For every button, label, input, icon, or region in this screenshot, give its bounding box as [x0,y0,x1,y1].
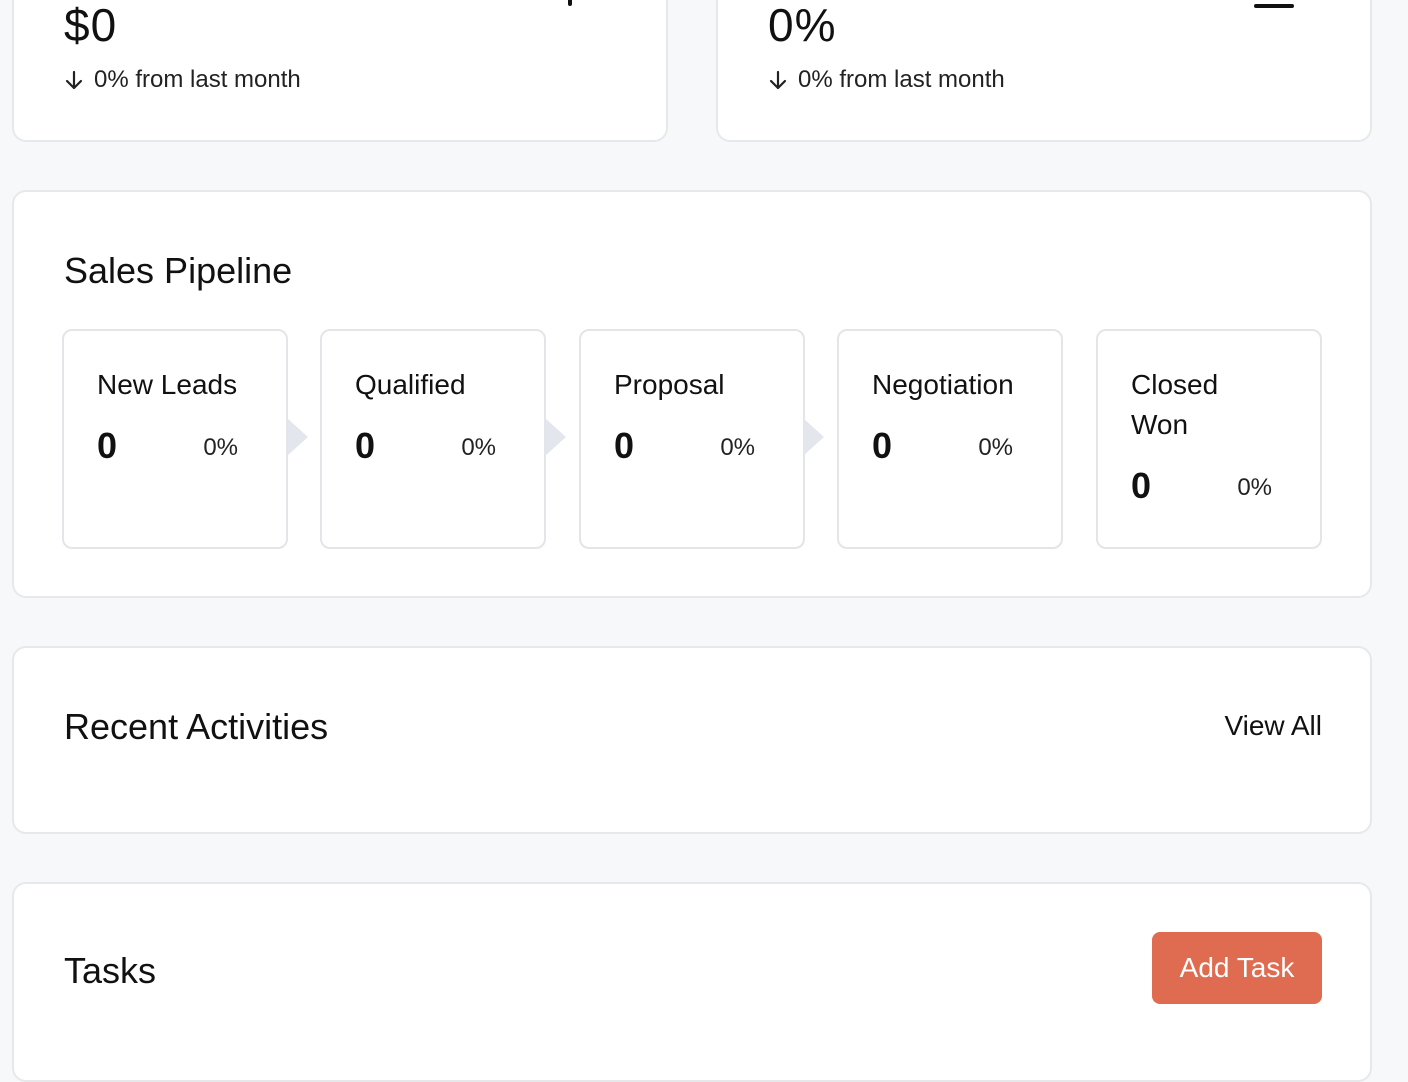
chart-bar-icon [1254,4,1294,8]
stat-card-conversion: 0% 0% from last month [716,0,1372,142]
stage-name: Negotiation [872,369,1014,400]
sales-pipeline-card: Sales Pipeline New Leads 0 0% Qualified … [12,190,1372,598]
section-title: Tasks [64,950,157,991]
recent-activities-card: Recent Activities View All [12,646,1372,834]
stage-count: 0 [1131,465,1152,506]
stage-count: 0 [614,425,635,466]
stage-percent: 0% [978,434,1013,461]
stat-change: 0% from last month [768,66,1005,94]
pipeline-stage-proposal[interactable]: Proposal 0 0% [579,329,805,549]
pipeline-stage-new-leads[interactable]: New Leads 0 0% [62,329,288,549]
stat-change-label: 0% from last month [94,66,301,93]
tasks-card: Tasks Add Task [12,882,1372,1082]
arrow-down-icon [769,70,787,90]
stage-name: Proposal [614,369,725,400]
pipeline-stage-negotiation[interactable]: Negotiation 0 0% [837,329,1063,549]
stage-name: Closed Won [1131,369,1219,440]
chevron-right-icon [288,419,308,455]
stage-percent: 0% [203,434,238,461]
stage-count: 0 [97,425,118,466]
chevron-right-icon [804,419,824,455]
stage-name: New Leads [97,369,238,400]
section-title: Sales Pipeline [64,250,293,291]
pipeline-stage-closed-won[interactable]: Closed Won 0 0% [1096,329,1322,549]
stage-count: 0 [872,425,893,466]
stat-change-label: 0% from last month [798,66,1005,93]
chevron-right-icon [546,419,566,455]
stage-name: Qualified [355,369,466,400]
stage-count: 0 [355,425,376,466]
section-title: Recent Activities [64,706,329,747]
stage-percent: 0% [720,434,755,461]
stat-change: 0% from last month [64,66,301,94]
pipeline-stage-qualified[interactable]: Qualified 0 0% [320,329,546,549]
dollar-icon [568,0,572,6]
add-task-button[interactable]: Add Task [1152,932,1322,1004]
arrow-down-icon [65,70,83,90]
stat-card-revenue: $0 0% from last month [12,0,668,142]
view-all-link[interactable]: View All [1224,710,1322,742]
stat-value: $0 [64,0,118,51]
stage-percent: 0% [1237,474,1272,501]
stat-value: 0% [768,0,837,51]
stage-percent: 0% [461,434,496,461]
